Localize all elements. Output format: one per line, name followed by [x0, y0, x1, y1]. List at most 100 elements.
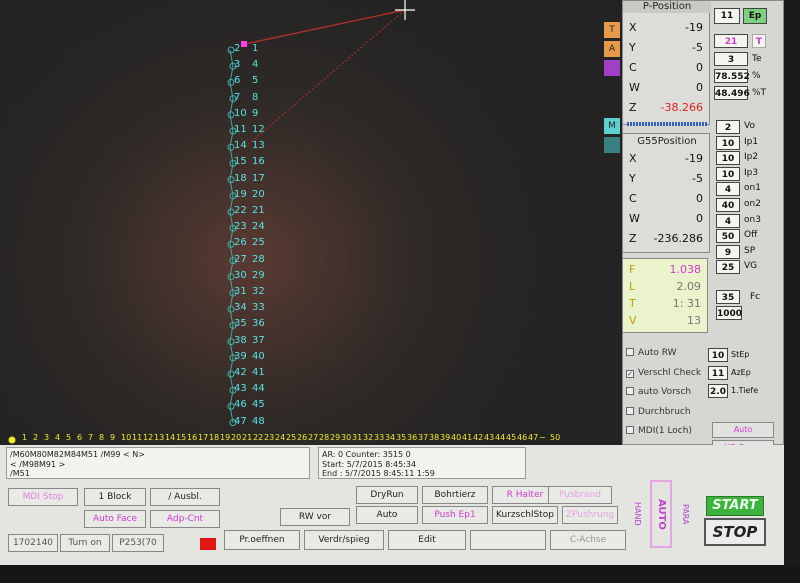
one-block-button[interactable]: 1 Block [84, 488, 146, 506]
bohrtiefe-button[interactable]: Bohrtierz [422, 486, 488, 504]
t-value[interactable]: 21 [714, 34, 748, 48]
axis-tick-label: 40 [451, 433, 462, 442]
fc-value[interactable]: 35 [716, 290, 740, 304]
p_position-axis-value: 0 [696, 61, 703, 74]
te-value[interactable]: 3 [714, 52, 748, 66]
checkbox-row[interactable]: MDI(1 Loch) [626, 426, 692, 436]
feed-value: 2.09 [676, 280, 702, 293]
push-ep1-button[interactable]: Push Ep1 [422, 506, 488, 524]
checkbox-row[interactable]: Durchbruch [626, 406, 691, 417]
hole-label-right: 25 [252, 237, 265, 249]
ep-param-value[interactable]: 10 [708, 348, 728, 362]
hand-mode-button[interactable]: HAND [628, 486, 646, 542]
counter-line-1: AR: 0 Counter: 3515 0 [322, 450, 411, 459]
fc-value-2[interactable]: 1000 [716, 306, 742, 320]
status-field-2: Turn on [60, 534, 110, 552]
axis-tick-label: 31 [352, 433, 363, 442]
param-value[interactable]: 4 [716, 182, 740, 197]
kurzschl-stop-button[interactable]: KurzschlStop [492, 506, 558, 524]
hole-label-left: 46 [234, 399, 247, 411]
c-achse-button[interactable]: C-Achse [550, 530, 626, 550]
checkbox-row[interactable]: ✓ Verschl Check [626, 368, 701, 378]
start-button[interactable]: START [706, 496, 764, 516]
hole-label-right: 37 [252, 334, 265, 346]
ep-label[interactable]: Ep [743, 8, 767, 24]
hole-label-right: 13 [252, 140, 265, 152]
g55_position-axis-value: 0 [696, 192, 703, 205]
checkbox[interactable] [626, 348, 634, 356]
param-value[interactable]: 10 [716, 151, 740, 166]
param-value[interactable]: 40 [716, 198, 740, 212]
checkbox[interactable] [626, 426, 634, 434]
hole-label-left: 39 [234, 350, 247, 362]
param-label: SP [744, 245, 756, 256]
checkbox[interactable] [626, 406, 634, 415]
cnc-screen: 2 1 3 4 6 5 7 8 10 9 11 12 14 13 15 16 18 17 19 20 22 21 23 24 2… [0, 0, 800, 583]
hole-label-right: 1 [252, 43, 259, 54]
checkbox-row[interactable]: auto Vorsch [626, 387, 691, 397]
axis-tick-label: 43 [484, 433, 495, 442]
pr-oeffnen-button[interactable]: Pr.oeffnen [224, 530, 300, 550]
param-value[interactable]: 2 [716, 120, 740, 134]
hole-label-left: 14 [234, 140, 247, 152]
ausbl-button[interactable]: / Ausbl. [150, 488, 220, 506]
auto-face-button[interactable]: Auto Face [84, 510, 146, 528]
stop-button[interactable]: STOP [704, 518, 766, 546]
p_position-axis-label: Y [629, 41, 636, 54]
param-value[interactable]: 9 [716, 244, 740, 259]
adp-cnt-button[interactable]: Adp-Cnt [150, 510, 220, 528]
blank-button[interactable] [470, 530, 546, 550]
axis-tick-label: 16 [187, 433, 198, 442]
dry-run-button[interactable]: DryRun [356, 486, 418, 504]
verdr-spieg-button[interactable]: Verdr/spieg [304, 530, 384, 550]
percent-t-label: %T [752, 88, 767, 98]
param-value[interactable]: 50 [716, 229, 740, 244]
param-value[interactable]: 4 [716, 213, 740, 228]
p_position-axis-label: Z [629, 101, 637, 114]
auto-mode-button[interactable]: AUTO [650, 480, 672, 548]
axis-tick-label: 22 [253, 433, 264, 442]
tag-teal[interactable] [604, 137, 620, 153]
ep-param-value[interactable]: 2.0 [708, 384, 728, 398]
hole-label-right: 44 [252, 383, 265, 395]
para-mode-button[interactable]: PARA [676, 486, 694, 542]
alarm-indicator [200, 538, 216, 550]
rw-vor-button[interactable]: RW vor [280, 508, 350, 526]
tag-t[interactable]: T [604, 22, 620, 38]
checkbox-label: auto Vorsch [638, 387, 692, 397]
fc-label: Fc [750, 292, 761, 302]
hole-label-left: 15 [234, 156, 247, 168]
ep-value[interactable]: 11 [714, 8, 740, 24]
tag-a[interactable]: A [604, 41, 620, 57]
mdi-stop-button[interactable]: MDI Stop [8, 488, 78, 506]
ep-param-label: StEp [731, 350, 750, 359]
side-button[interactable]: Auto [712, 422, 774, 438]
axis-tick-label: 29 [330, 433, 341, 442]
checkbox-row[interactable]: Auto RW [626, 348, 677, 358]
param-value[interactable]: 10 [716, 135, 740, 150]
hole-label-left: 2 [234, 43, 241, 54]
axis-tick-label: 8 [99, 433, 105, 442]
p_position-axis-value: -38.266 [660, 101, 703, 114]
param-label: VG [744, 261, 758, 272]
ep-param-value[interactable]: 11 [708, 366, 728, 380]
param-value[interactable]: 10 [716, 166, 740, 181]
axis-tick-label: 17 [198, 433, 209, 442]
pusbrand-button[interactable]: Pusbrand [548, 486, 612, 504]
edit-button[interactable]: Edit [388, 530, 466, 550]
param-value[interactable]: 25 [716, 260, 740, 275]
status-field-1: 1702140 [8, 534, 58, 552]
tag-purple[interactable] [604, 60, 620, 76]
axis-tick-label: 36 [407, 433, 418, 442]
checkbox[interactable]: ✓ [626, 369, 634, 378]
p_position-axis-value: -5 [692, 41, 703, 54]
zpus-button[interactable]: ZPushrung [562, 506, 618, 524]
g55-position-box: G55Position X -19 Y -5 C 0 W 0 Z -236.286 [622, 133, 710, 253]
p_position-axis-label: W [629, 81, 640, 94]
percent-t-value: 48.496 [714, 86, 750, 100]
tag-m[interactable]: M [604, 118, 620, 134]
g55-position-title: G55Position [637, 136, 697, 147]
auto-button[interactable]: Auto [356, 506, 418, 524]
checkbox[interactable] [626, 387, 634, 395]
hole-label-right: 9 [252, 107, 259, 119]
